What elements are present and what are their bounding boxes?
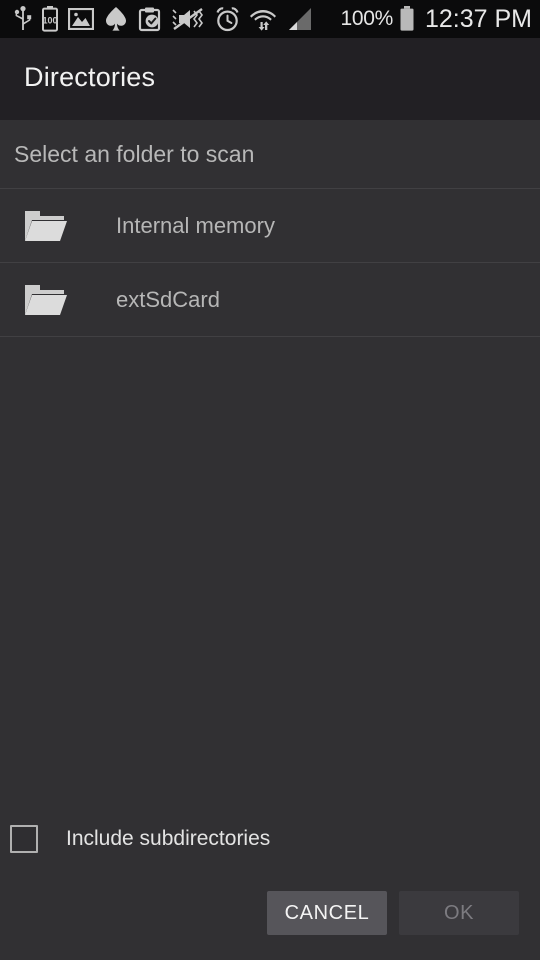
battery-icon bbox=[400, 6, 414, 31]
spade-icon bbox=[106, 7, 126, 31]
list-item[interactable]: extSdCard bbox=[0, 263, 540, 336]
wifi-transfer-icon bbox=[250, 10, 276, 31]
image-icon bbox=[68, 8, 94, 30]
directory-list: Internal memory extSdCard bbox=[0, 188, 540, 337]
svg-text:100: 100 bbox=[42, 16, 57, 26]
phone-screen: 100 100% 12:37 PM Directories Select an … bbox=[0, 0, 540, 960]
list-divider-bottom bbox=[0, 336, 540, 337]
battery-saver-icon: 100 bbox=[42, 6, 58, 32]
usb-icon bbox=[14, 6, 32, 30]
folder-icon bbox=[25, 284, 67, 315]
dialog-subtitle: Select an folder to scan bbox=[14, 141, 255, 167]
list-item-label: Internal memory bbox=[116, 212, 275, 238]
cancel-button[interactable]: CANCEL bbox=[267, 891, 387, 935]
include-subdirectories-label: Include subdirectories bbox=[66, 827, 271, 850]
status-bar-clock: 12:37 PM bbox=[424, 4, 532, 33]
include-subdirectories-row[interactable]: Include subdirectories bbox=[0, 810, 540, 868]
ok-button[interactable]: OK bbox=[399, 891, 519, 935]
status-bar-right-group: 100% 12:37 PM bbox=[340, 5, 532, 34]
page-title: Directories bbox=[24, 62, 156, 92]
include-subdirectories-checkbox[interactable] bbox=[10, 825, 38, 853]
clipboard-check-icon bbox=[138, 7, 161, 31]
status-bar: 100 100% 12:37 PM bbox=[0, 0, 540, 38]
alarm-clock-icon bbox=[216, 6, 239, 31]
list-item-label: extSdCard bbox=[116, 286, 220, 312]
folder-icon bbox=[25, 210, 67, 241]
app-title-bar: Directories bbox=[0, 38, 540, 120]
status-bar-icon-group: 100 bbox=[14, 6, 340, 32]
cellular-signal-icon bbox=[289, 8, 311, 30]
mute-vibrate-icon bbox=[172, 8, 203, 30]
dialog-button-row: CANCEL OK bbox=[0, 891, 540, 935]
battery-percent-label: 100% bbox=[340, 7, 393, 30]
dialog-body: Select an folder to scan Internal memory… bbox=[0, 120, 540, 960]
list-item[interactable]: Internal memory bbox=[0, 189, 540, 262]
